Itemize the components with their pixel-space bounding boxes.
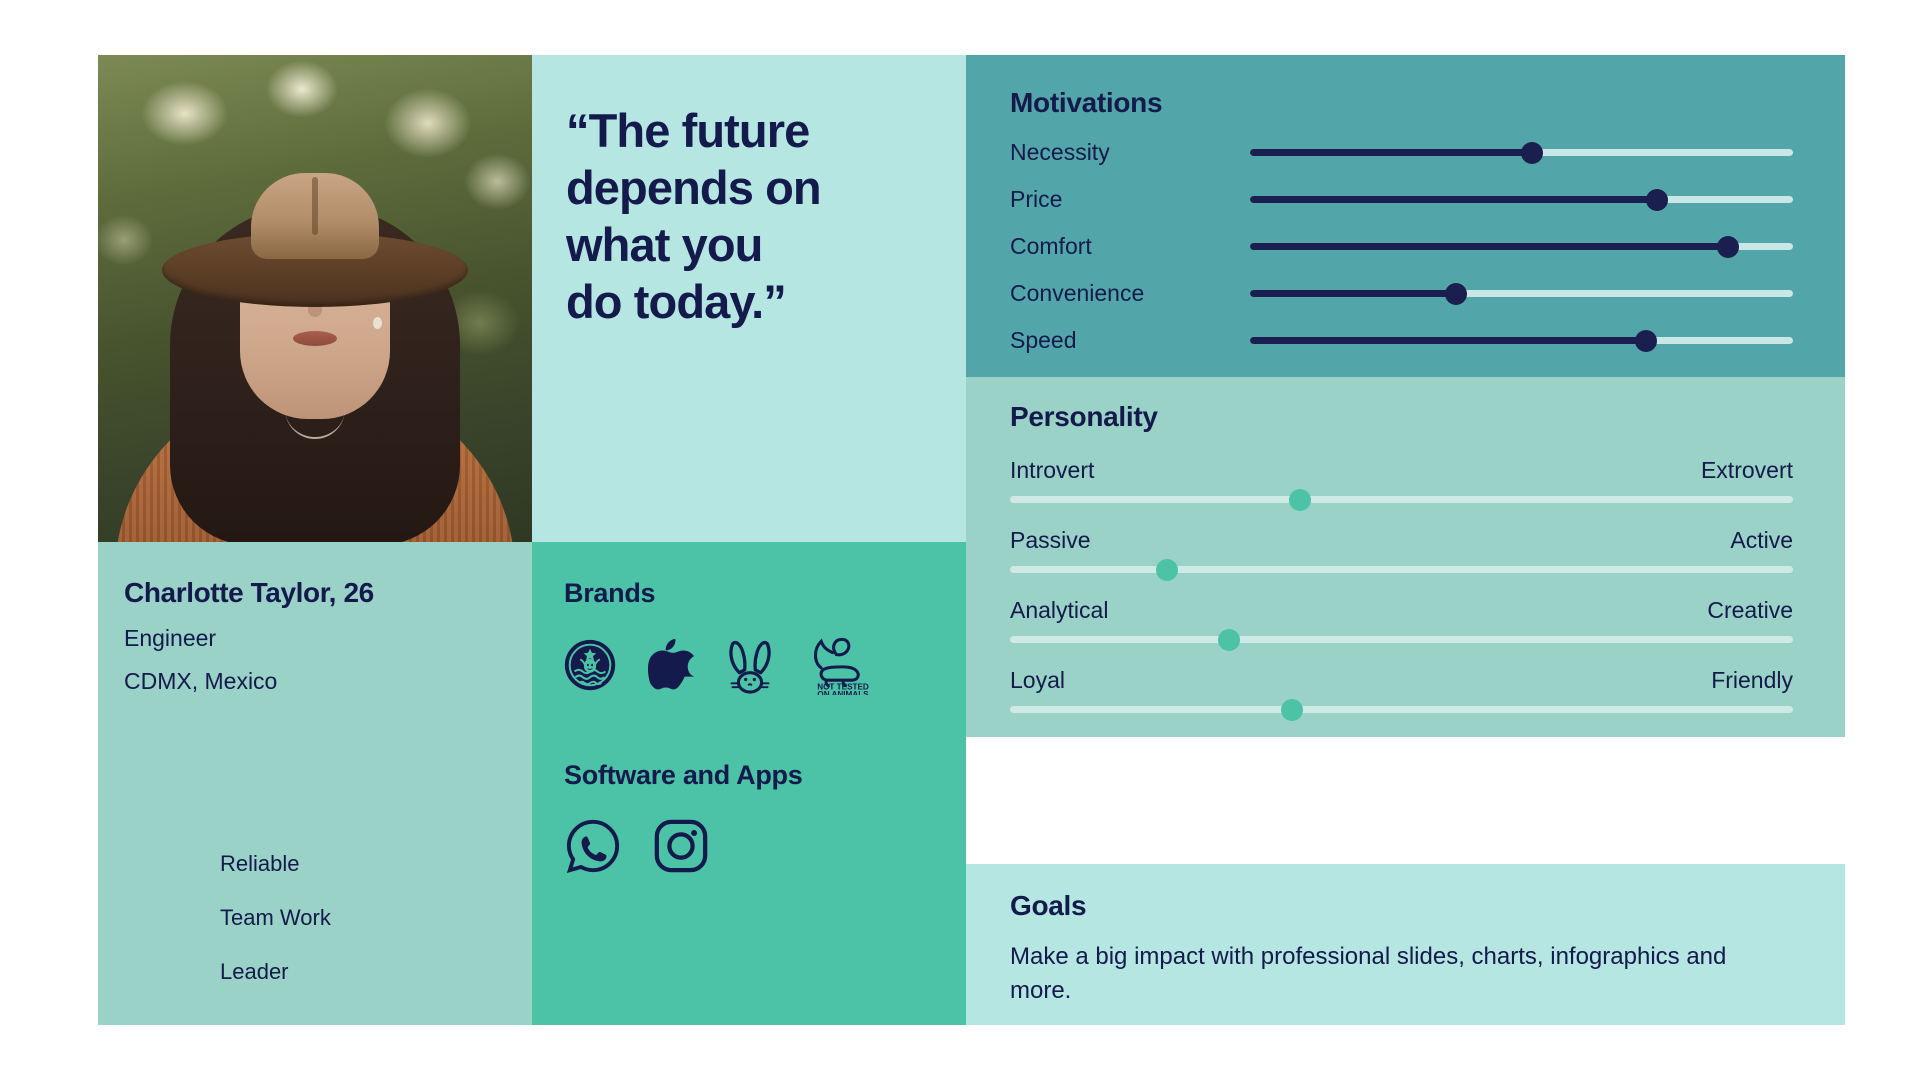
personality-row: Analytical Creative [1010, 597, 1793, 651]
personality-label-left: Analytical [1010, 597, 1109, 623]
motivations-title: Motivations [1010, 87, 1163, 118]
personality-labels: Passive Active [1010, 527, 1793, 554]
personality-row: Introvert Extrovert [1010, 457, 1793, 511]
personality-row: Passive Active [1010, 527, 1793, 581]
motivation-row: Convenience [1010, 280, 1793, 307]
personality-label-right: Extrovert [1700, 457, 1793, 483]
traits-list: Reliable Team Work Leader [124, 851, 506, 1025]
goals-title: Goals [1010, 890, 1087, 921]
motivation-label: Speed [1010, 327, 1077, 353]
personality-slider[interactable] [1010, 488, 1793, 511]
motivation-row: Necessity [1010, 139, 1793, 166]
goals-text: Make a big impact with professional slid… [1010, 943, 1727, 1005]
trait-item: Team Work [220, 905, 331, 930]
personality-label-right: Friendly [1711, 667, 1793, 693]
apps-title: Software and Apps [564, 760, 803, 790]
personality-label-right: Active [1730, 527, 1793, 553]
personality-knob[interactable] [1280, 698, 1303, 721]
photo-background [98, 55, 532, 542]
brands-title: Brands [564, 578, 656, 608]
quote-panel: “The future depends on what you do today… [532, 55, 966, 542]
motivation-knob[interactable] [1521, 141, 1544, 164]
motivation-knob[interactable] [1646, 188, 1669, 211]
personality-labels: Introvert Extrovert [1010, 457, 1793, 484]
personality-label-right: Creative [1707, 597, 1793, 623]
motivation-slider[interactable] [1250, 188, 1793, 211]
personality-title: Personality [1010, 401, 1158, 432]
personality-list: Introvert Extrovert Passive Active Analy… [1010, 457, 1793, 721]
personality-label-left: Loyal [1010, 667, 1065, 693]
personality-labels: Analytical Creative [1010, 597, 1793, 624]
person-role: Engineer [124, 625, 217, 651]
photo-lips [293, 331, 337, 346]
motivation-slider[interactable] [1250, 329, 1793, 352]
personality-slider[interactable] [1010, 628, 1793, 651]
quote-text: “The future depends on what you do today… [566, 104, 822, 328]
persona-card: “The future depends on what you do today… [98, 55, 1845, 1025]
motivation-fill [1250, 149, 1533, 156]
personality-knob[interactable] [1218, 628, 1241, 651]
motivation-fill [1250, 290, 1457, 297]
motivation-row: Speed [1010, 327, 1793, 354]
cruelty-free-bunny-logo [722, 636, 778, 699]
apple-logo [644, 637, 695, 698]
person-location: CDMX, Mexico [124, 668, 278, 694]
personality-panel: Personality Introvert Extrovert Passive … [966, 377, 1845, 737]
trait-item: Reliable [220, 851, 300, 876]
motivation-slider[interactable] [1250, 141, 1793, 164]
motivation-slider[interactable] [1250, 282, 1793, 305]
motivation-label: Price [1010, 186, 1063, 212]
whatsapp-logo [564, 817, 622, 880]
instagram-logo [652, 817, 710, 880]
motivation-fill [1250, 337, 1647, 344]
personality-knob[interactable] [1155, 558, 1178, 581]
motivation-fill [1250, 243, 1728, 250]
brands-panel: Brands NOT TESTED ON ANIMALS Software an… [532, 542, 966, 1025]
person-name: Charlotte Taylor, 26 [124, 577, 374, 608]
motivation-row: Price [1010, 186, 1793, 213]
profile-photo [98, 55, 532, 542]
photo-earring [373, 317, 382, 329]
motivation-fill [1250, 196, 1658, 203]
motivation-label: Necessity [1010, 139, 1110, 165]
apps-logo-row [564, 817, 934, 880]
identity-panel: Charlotte Taylor, 26 Engineer CDMX, Mexi… [98, 542, 532, 1025]
personality-knob[interactable] [1288, 488, 1311, 511]
motivations-list: Necessity Price Comfort Convenience Spee… [1010, 139, 1793, 354]
motivations-panel: Motivations Necessity Price Comfort Conv… [966, 55, 1845, 377]
personality-slider[interactable] [1010, 558, 1793, 581]
motivation-row: Comfort [1010, 233, 1793, 260]
brand-logo-row: NOT TESTED ON ANIMALS [564, 635, 934, 700]
motivation-knob[interactable] [1445, 282, 1468, 305]
not-tested-line-2: ON ANIMALS [817, 690, 869, 695]
personality-label-left: Introvert [1010, 457, 1095, 483]
motivation-knob[interactable] [1635, 329, 1658, 352]
photo-hat-crease [312, 177, 318, 235]
goals-panel: Goals Make a big impact with professiona… [966, 864, 1845, 1025]
not-tested-on-animals-logo: NOT TESTED ON ANIMALS [806, 635, 880, 700]
starbucks-logo [564, 639, 616, 696]
personality-label-left: Passive [1010, 527, 1091, 553]
personality-row: Loyal Friendly [1010, 667, 1793, 721]
motivation-label: Comfort [1010, 233, 1092, 259]
personality-slider[interactable] [1010, 698, 1793, 721]
motivation-slider[interactable] [1250, 235, 1793, 258]
trait-item: Leader [220, 959, 289, 984]
personality-labels: Loyal Friendly [1010, 667, 1793, 694]
motivation-knob[interactable] [1716, 235, 1739, 258]
motivation-label: Convenience [1010, 280, 1145, 306]
